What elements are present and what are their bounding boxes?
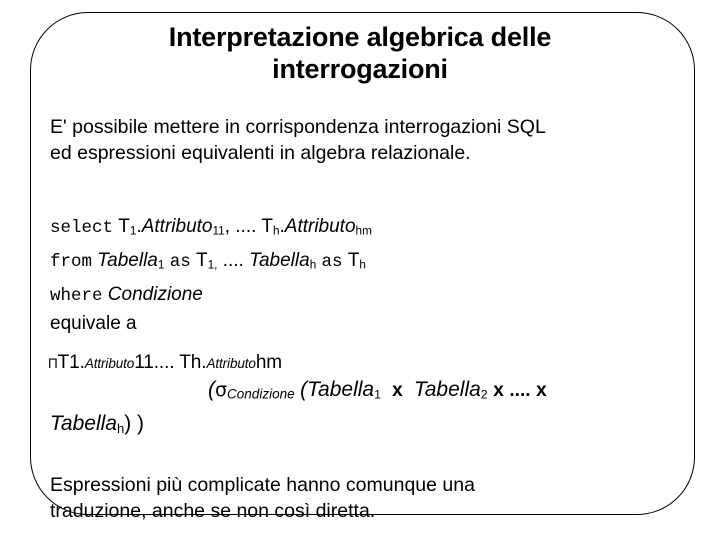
intro-paragraph: E' possibile mettere in corrispondenza i… bbox=[50, 115, 690, 166]
sql-select-line: select T1.Attributo11, .... Th.Attributo… bbox=[50, 210, 690, 244]
sql-condition: Condizione bbox=[107, 284, 203, 306]
algebra-closing-line: Tabellah) ) bbox=[50, 412, 144, 436]
sql-keyword-as-2: as bbox=[321, 252, 343, 273]
sql-keyword-from: from bbox=[50, 252, 93, 273]
projection-symbol: Π bbox=[48, 356, 58, 371]
sql-attribute-1: Attributo bbox=[141, 216, 213, 237]
outro-paragraph: Espressioni più complicate hanno comunqu… bbox=[50, 473, 670, 524]
sql-from-alias-t1: T bbox=[196, 250, 208, 272]
projection-attribute-h: Attributo bbox=[206, 356, 256, 371]
sql-table-h: Tabella bbox=[249, 250, 310, 272]
closing-parentheses: ) ) bbox=[124, 412, 145, 435]
sql-from-ellipsis: .... bbox=[217, 250, 250, 272]
sql-attribute-1-subscript: 11 bbox=[212, 224, 225, 238]
sql-from-line: from Tabella1 as T1, .... Tabellah as Th bbox=[50, 244, 690, 278]
sql-alias-th: T bbox=[261, 216, 273, 237]
sigma-symbol: σ bbox=[215, 379, 228, 401]
intro-line-2: ed espressioni equivalenti in algebra re… bbox=[50, 141, 471, 164]
cross-product-symbol-3: x bbox=[536, 380, 547, 401]
projection-alias-th: Th. bbox=[179, 352, 207, 373]
sql-keyword-where: where bbox=[50, 286, 103, 307]
sql-alias-t1: T bbox=[118, 216, 130, 237]
algebra-projection-line: ΠT1.Attributo11.... Th.Attributohm bbox=[48, 352, 282, 374]
page-title: Interpretazione algebrica delle interrog… bbox=[60, 22, 660, 86]
sql-select-ellipsis: , .... bbox=[224, 216, 262, 237]
sql-attribute-h: Attributo bbox=[284, 216, 356, 237]
sql-keyword-select: select bbox=[50, 218, 114, 238]
cartesian-table-1-subscript: 1 bbox=[374, 387, 382, 402]
outer-open-paren: ( bbox=[208, 378, 215, 401]
slide-content: Interpretazione algebrica delle interrog… bbox=[0, 0, 720, 540]
cartesian-table-h: Tabella bbox=[50, 412, 117, 435]
projection-attribute-1: Attributo bbox=[84, 356, 135, 371]
intro-line-1: E' possibile mettere in corrispondenza i… bbox=[50, 116, 546, 138]
sql-from-alias-th-subscript: h bbox=[359, 258, 366, 272]
equivale-a-label: equivale a bbox=[50, 313, 137, 334]
sql-keyword-as-1: as bbox=[169, 252, 191, 273]
slide: Interpretazione algebrica delle interrog… bbox=[0, 0, 720, 540]
outro-line-2: traduzione, anche se non così diretta. bbox=[50, 499, 376, 522]
sql-where-line: where Condizione bbox=[50, 278, 690, 312]
title-line-2: interrogazioni bbox=[272, 53, 448, 84]
cross-product-symbol-1: x bbox=[392, 380, 403, 401]
cartesian-ellipsis: .... bbox=[509, 380, 531, 401]
title-line-1: Interpretazione algebrica delle bbox=[168, 22, 552, 52]
cross-product-symbol-2: x bbox=[493, 380, 504, 401]
sigma-condition-subscript: Condizione bbox=[227, 386, 295, 402]
cartesian-table-1: Tabella bbox=[307, 378, 375, 401]
sql-query-block: select T1.Attributo11, .... Th.Attributo… bbox=[50, 210, 690, 312]
projection-alias-t1: T1. bbox=[57, 352, 85, 373]
cartesian-table-2: Tabella bbox=[413, 378, 481, 401]
sql-from-alias-th: T bbox=[347, 250, 360, 272]
outro-line-1: Espressioni più complicate hanno comunqu… bbox=[50, 474, 475, 496]
projection-attribute-1-index: 11 bbox=[134, 352, 154, 373]
projection-attribute-h-index: hm bbox=[255, 352, 283, 373]
sql-attribute-h-subscript: hm bbox=[355, 224, 372, 238]
sql-table-1: Tabella bbox=[97, 250, 158, 272]
algebra-selection-line: (σCondizione (Tabella1 x Tabella2 x ....… bbox=[208, 378, 547, 402]
sql-from-alias-t1-subscript: 1, bbox=[207, 258, 218, 272]
projection-separator: .... bbox=[153, 352, 180, 373]
cartesian-table-2-subscript: 2 bbox=[480, 387, 488, 402]
